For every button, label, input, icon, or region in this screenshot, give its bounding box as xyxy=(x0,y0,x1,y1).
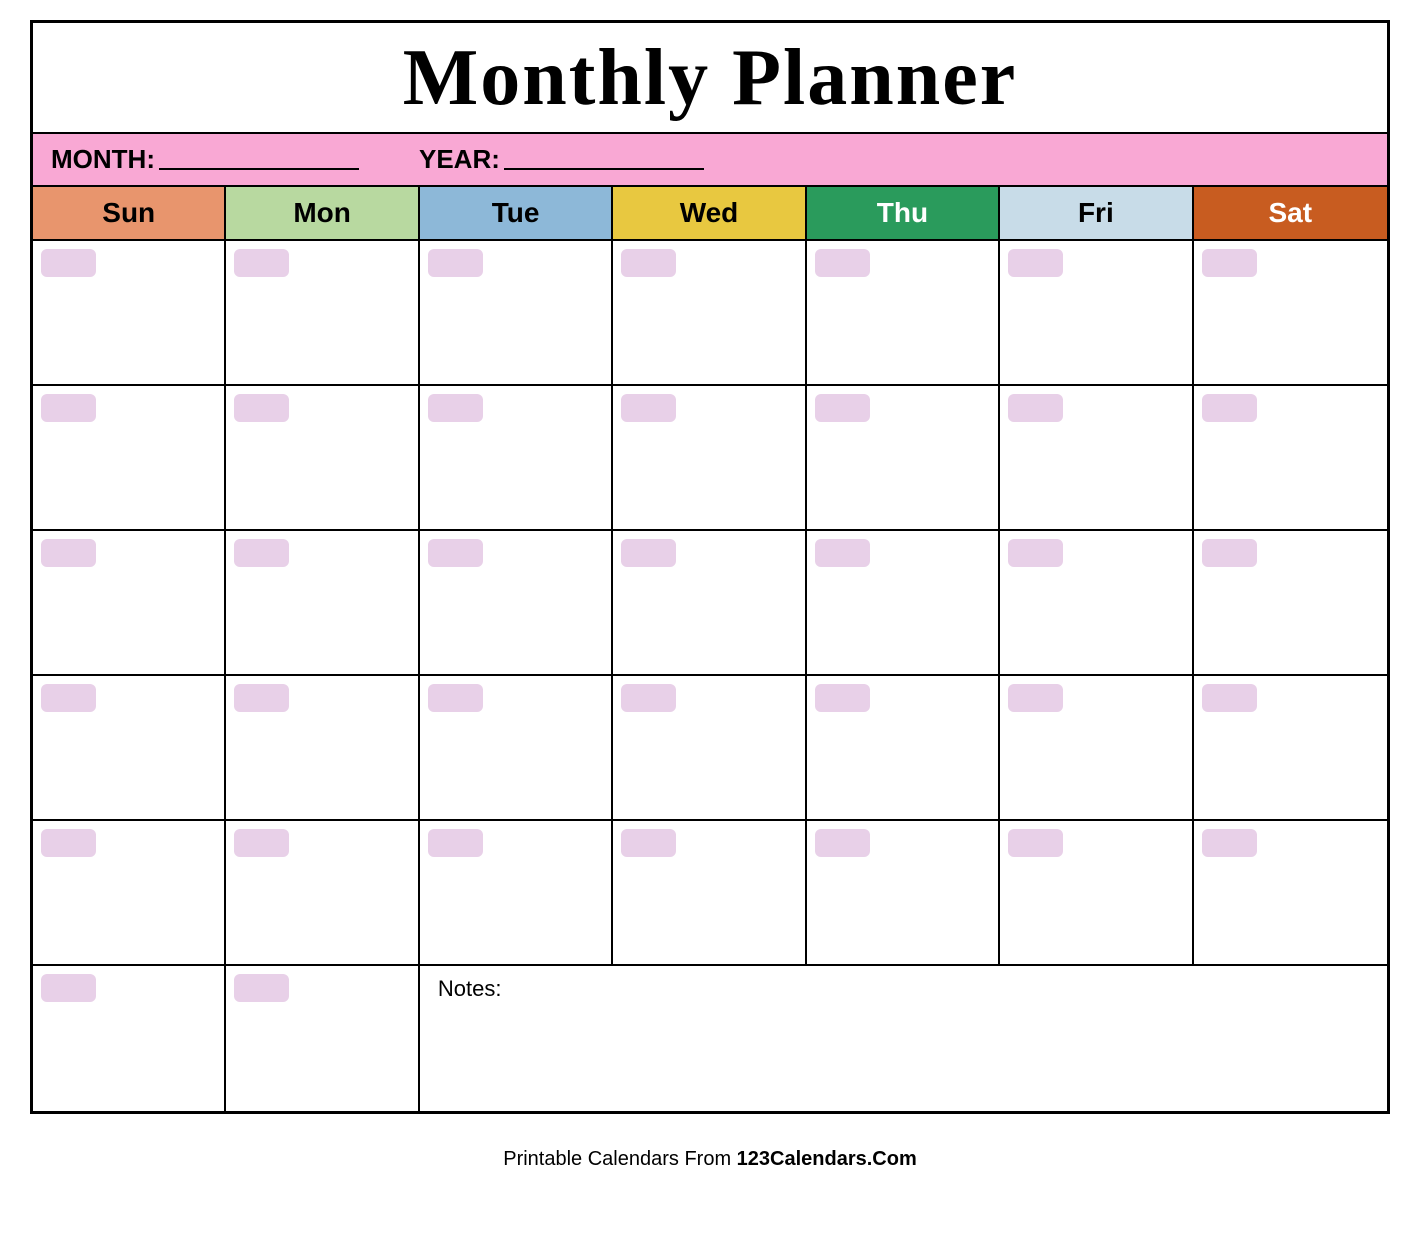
calendar-grid xyxy=(33,241,1387,966)
date-badge xyxy=(1008,829,1063,857)
cell-r5-thu[interactable] xyxy=(807,821,1000,966)
header-tue: Tue xyxy=(420,187,613,239)
cell-r5-sat[interactable] xyxy=(1194,821,1387,966)
footer-text: Printable Calendars From xyxy=(503,1148,736,1170)
cell-r3-wed[interactable] xyxy=(613,531,806,676)
date-badge xyxy=(815,684,870,712)
cell-r4-thu[interactable] xyxy=(807,676,1000,821)
date-badge xyxy=(428,539,483,567)
header-sat: Sat xyxy=(1194,187,1387,239)
cell-r2-sun[interactable] xyxy=(33,386,226,531)
date-badge xyxy=(41,249,96,277)
date-badge xyxy=(815,539,870,567)
date-badge xyxy=(234,829,289,857)
cell-r1-sun[interactable] xyxy=(33,241,226,386)
date-badge xyxy=(1008,394,1063,422)
cell-r3-thu[interactable] xyxy=(807,531,1000,676)
date-badge xyxy=(621,829,676,857)
cell-r6-mon[interactable] xyxy=(226,966,419,1111)
date-badge xyxy=(621,249,676,277)
cell-r1-thu[interactable] xyxy=(807,241,1000,386)
year-label: YEAR: xyxy=(419,144,500,175)
date-badge xyxy=(1202,539,1257,567)
notes-label: Notes: xyxy=(434,970,506,1007)
date-badge xyxy=(1202,249,1257,277)
cell-r3-fri[interactable] xyxy=(1000,531,1193,676)
date-badge xyxy=(1202,394,1257,422)
cell-r2-sat[interactable] xyxy=(1194,386,1387,531)
date-badge xyxy=(815,249,870,277)
cell-r1-mon[interactable] xyxy=(226,241,419,386)
cell-r4-fri[interactable] xyxy=(1000,676,1193,821)
header-fri: Fri xyxy=(1000,187,1193,239)
planner-container: Monthly Planner MONTH: YEAR: Sun Mon Tue… xyxy=(30,20,1390,1114)
cell-r6-sun[interactable] xyxy=(33,966,226,1111)
date-badge xyxy=(234,249,289,277)
cell-r5-wed[interactable] xyxy=(613,821,806,966)
cell-r4-tue[interactable] xyxy=(420,676,613,821)
footer-brand: 123Calendars.Com xyxy=(737,1148,917,1170)
date-badge xyxy=(1008,684,1063,712)
cell-r2-fri[interactable] xyxy=(1000,386,1193,531)
page-title: Monthly Planner xyxy=(403,34,1017,122)
date-badge xyxy=(41,829,96,857)
cell-r2-wed[interactable] xyxy=(613,386,806,531)
cell-r5-fri[interactable] xyxy=(1000,821,1193,966)
cell-r5-sun[interactable] xyxy=(33,821,226,966)
cell-r3-tue[interactable] xyxy=(420,531,613,676)
footer: Printable Calendars From 123Calendars.Co… xyxy=(503,1134,917,1179)
cell-r2-tue[interactable] xyxy=(420,386,613,531)
cell-r5-mon[interactable] xyxy=(226,821,419,966)
date-badge xyxy=(234,684,289,712)
date-badge xyxy=(41,394,96,422)
date-badge xyxy=(428,249,483,277)
date-badge xyxy=(1202,829,1257,857)
date-badge xyxy=(1008,539,1063,567)
cell-r4-sun[interactable] xyxy=(33,676,226,821)
date-badge xyxy=(41,684,96,712)
date-badge xyxy=(428,829,483,857)
cell-r3-sun[interactable] xyxy=(33,531,226,676)
cell-r4-wed[interactable] xyxy=(613,676,806,821)
cell-r2-mon[interactable] xyxy=(226,386,419,531)
date-badge xyxy=(621,394,676,422)
title-row: Monthly Planner xyxy=(33,23,1387,134)
date-badge xyxy=(1008,249,1063,277)
cell-r5-tue[interactable] xyxy=(420,821,613,966)
date-badge xyxy=(41,539,96,567)
cell-r4-mon[interactable] xyxy=(226,676,419,821)
header-thu: Thu xyxy=(807,187,1000,239)
cell-r1-sat[interactable] xyxy=(1194,241,1387,386)
date-badge xyxy=(428,684,483,712)
notes-area[interactable]: Notes: xyxy=(420,966,1387,1111)
date-badge xyxy=(234,394,289,422)
cell-r1-wed[interactable] xyxy=(613,241,806,386)
month-year-row: MONTH: YEAR: xyxy=(33,134,1387,187)
cell-r4-sat[interactable] xyxy=(1194,676,1387,821)
cell-r3-mon[interactable] xyxy=(226,531,419,676)
date-badge xyxy=(621,684,676,712)
date-badge xyxy=(41,974,96,1002)
year-input-line xyxy=(504,150,704,170)
notes-row: Notes: xyxy=(33,966,1387,1111)
header-wed: Wed xyxy=(613,187,806,239)
month-input-line xyxy=(159,150,359,170)
cell-r1-fri[interactable] xyxy=(1000,241,1193,386)
cell-r3-sat[interactable] xyxy=(1194,531,1387,676)
date-badge xyxy=(621,539,676,567)
date-badge xyxy=(428,394,483,422)
date-badge xyxy=(815,829,870,857)
month-label: MONTH: xyxy=(51,144,155,175)
header-mon: Mon xyxy=(226,187,419,239)
date-badge xyxy=(234,539,289,567)
header-sun: Sun xyxy=(33,187,226,239)
date-badge xyxy=(234,974,289,1002)
cell-r2-thu[interactable] xyxy=(807,386,1000,531)
date-badge xyxy=(815,394,870,422)
cell-r1-tue[interactable] xyxy=(420,241,613,386)
days-header: Sun Mon Tue Wed Thu Fri Sat xyxy=(33,187,1387,241)
date-badge xyxy=(1202,684,1257,712)
